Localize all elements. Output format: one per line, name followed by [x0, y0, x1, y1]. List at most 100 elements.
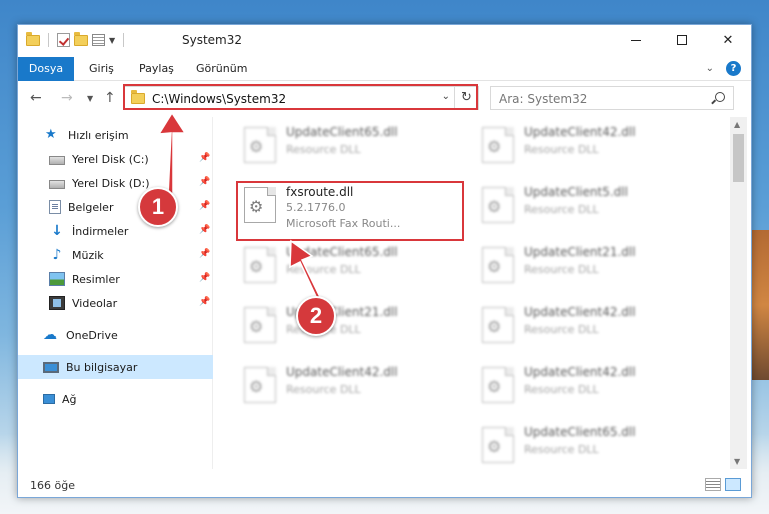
- list-item[interactable]: UpdateClient42.dll Resource DLL: [474, 361, 704, 409]
- nav-network[interactable]: Ağ: [18, 387, 213, 411]
- up-arrow-icon[interactable]: ↑: [104, 90, 116, 106]
- tab-share[interactable]: Paylaş: [139, 57, 174, 81]
- file-name: UpdateClient65.dll: [286, 125, 398, 139]
- dll-file-icon: [482, 127, 514, 163]
- dll-file-icon: [244, 127, 276, 163]
- pin-icon: 📌: [199, 273, 211, 283]
- new-folder-icon[interactable]: [74, 31, 88, 46]
- window-controls: ✕: [613, 25, 751, 55]
- customize-toolbar-chevron-icon[interactable]: ▼: [109, 36, 115, 45]
- forward-arrow-icon[interactable]: →: [61, 90, 73, 106]
- properties-icon[interactable]: [92, 34, 105, 46]
- divider: [48, 33, 49, 47]
- pin-icon: 📌: [199, 153, 211, 163]
- documents-icon: [49, 200, 61, 214]
- star-icon: ★: [45, 127, 57, 142]
- tiles-view-icon[interactable]: [725, 478, 741, 491]
- address-bar-highlight: [123, 84, 478, 110]
- nav-label: Resimler: [72, 272, 120, 286]
- file-name: UpdateClient42.dll: [524, 305, 636, 319]
- dll-file-icon: [244, 367, 276, 403]
- nav-local-disk-d[interactable]: Yerel Disk (D:) 📌: [18, 171, 213, 195]
- properties-check-icon[interactable]: [57, 33, 70, 47]
- computer-icon: [43, 361, 59, 373]
- minimize-icon: [631, 39, 641, 41]
- minimize-button[interactable]: [613, 25, 659, 55]
- step-1-badge: 1: [138, 187, 178, 227]
- pin-icon: 📌: [199, 249, 211, 259]
- nav-local-disk-c[interactable]: Yerel Disk (C:) 📌: [18, 147, 213, 171]
- pin-icon: 📌: [199, 201, 211, 211]
- maximize-button[interactable]: [659, 25, 705, 55]
- recent-locations-chevron-icon[interactable]: ▼: [87, 94, 93, 103]
- downloads-icon: ↓: [51, 223, 63, 239]
- nav-videos[interactable]: Videolar 📌: [18, 291, 213, 315]
- nav-label: OneDrive: [66, 328, 118, 342]
- dll-file-icon: [482, 187, 514, 223]
- ribbon-tabs: Dosya Giriş Paylaş Görünüm ⌄ ?: [18, 57, 751, 81]
- nav-documents[interactable]: Belgeler 📌: [18, 195, 213, 219]
- help-icon[interactable]: ?: [726, 61, 741, 76]
- nav-this-pc[interactable]: Bu bilgisayar: [18, 355, 213, 379]
- list-item[interactable]: UpdateClient65.dll Resource DLL: [236, 241, 466, 289]
- file-name: UpdateClient42.dll: [524, 365, 636, 379]
- divider: [123, 33, 125, 47]
- status-bar: 166 öğe: [18, 473, 751, 497]
- file-description: Resource DLL: [286, 143, 361, 156]
- tab-file[interactable]: Dosya: [18, 57, 74, 81]
- file-name: UpdateClient21.dll: [524, 245, 636, 259]
- folder-icon: [26, 31, 40, 46]
- file-highlight: [236, 181, 464, 241]
- tab-home[interactable]: Giriş: [89, 57, 114, 81]
- file-list: UpdateClient65.dll Resource DLL fxsroute…: [214, 117, 730, 469]
- file-name: UpdateClient42.dll: [286, 365, 398, 379]
- navigation-pane: ★ Hızlı erişim Yerel Disk (C:) 📌 Yerel D…: [18, 117, 213, 469]
- details-view-icon[interactable]: [705, 478, 721, 491]
- file-description: Resource DLL: [524, 143, 599, 156]
- scroll-up-icon[interactable]: ▲: [734, 120, 740, 129]
- scroll-down-icon[interactable]: ▼: [734, 457, 740, 466]
- list-item[interactable]: UpdateClient65.dll Resource DLL: [236, 121, 466, 169]
- search-box[interactable]: Ara: System32: [490, 86, 734, 110]
- list-item[interactable]: UpdateClient42.dll Resource DLL: [236, 361, 466, 409]
- item-count: 166 öğe: [30, 479, 75, 492]
- nav-label: Yerel Disk (C:): [72, 152, 149, 166]
- file-description: Resource DLL: [524, 443, 599, 456]
- ribbon-right-controls: ⌄ ?: [706, 61, 741, 76]
- nav-label: Hızlı erişim: [68, 128, 129, 142]
- list-item[interactable]: UpdateClient42.dll Resource DLL: [474, 121, 704, 169]
- close-icon: ✕: [722, 32, 734, 48]
- pictures-icon: [49, 272, 65, 286]
- scrollbar-thumb[interactable]: [733, 134, 744, 182]
- list-item[interactable]: UpdateClient21.dll Resource DLL: [474, 241, 704, 289]
- music-icon: ♪: [52, 247, 62, 263]
- back-arrow-icon[interactable]: ←: [30, 90, 42, 106]
- tab-view[interactable]: Görünüm: [196, 57, 247, 81]
- list-item[interactable]: UpdateClient21.dll Resource DLL: [236, 301, 466, 349]
- search-icon[interactable]: [715, 92, 725, 102]
- list-item[interactable]: UpdateClient5.dll Resource DLL: [474, 181, 704, 229]
- vertical-scrollbar[interactable]: ▲ ▼: [730, 117, 747, 469]
- file-description: Resource DLL: [524, 383, 599, 396]
- expand-ribbon-chevron-icon[interactable]: ⌄: [706, 63, 714, 74]
- pin-icon: 📌: [199, 177, 211, 187]
- file-name: UpdateClient65.dll: [524, 425, 636, 439]
- quick-access-toolbar: ▼: [26, 31, 128, 47]
- list-item[interactable]: UpdateClient65.dll Resource DLL: [474, 421, 704, 469]
- nav-downloads[interactable]: ↓ İndirmeler 📌: [18, 219, 213, 243]
- drive-icon: [49, 156, 65, 165]
- list-item[interactable]: UpdateClient42.dll Resource DLL: [474, 301, 704, 349]
- nav-label: Ağ: [62, 392, 77, 406]
- step-2-badge: 2: [296, 296, 336, 336]
- nav-pictures[interactable]: Resimler 📌: [18, 267, 213, 291]
- close-button[interactable]: ✕: [705, 25, 751, 55]
- nav-label: Yerel Disk (D:): [72, 176, 150, 190]
- file-name: UpdateClient5.dll: [524, 185, 628, 199]
- nav-label: Müzik: [72, 248, 104, 262]
- title-bar: ▼ System32 ✕: [18, 25, 751, 57]
- nav-onedrive[interactable]: ☁ OneDrive: [18, 323, 213, 347]
- network-icon: [43, 394, 55, 404]
- nav-quick-access[interactable]: ★ Hızlı erişim: [18, 123, 213, 147]
- file-name: UpdateClient42.dll: [524, 125, 636, 139]
- nav-music[interactable]: ♪ Müzik 📌: [18, 243, 213, 267]
